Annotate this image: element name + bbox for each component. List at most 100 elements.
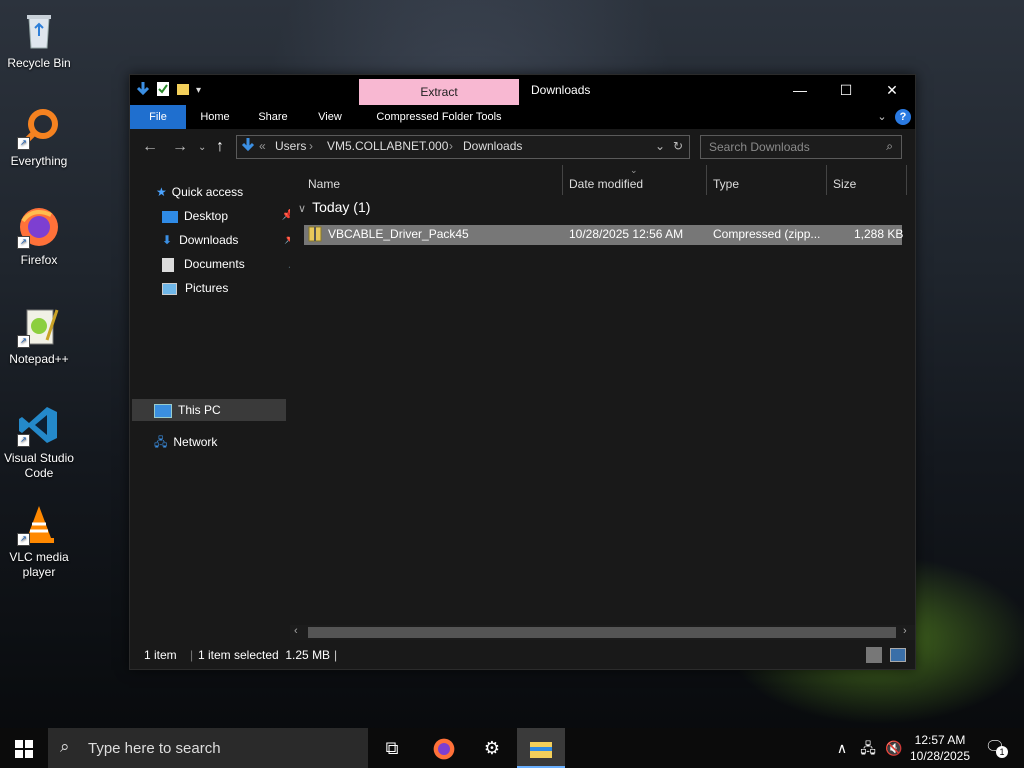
column-separator[interactable] bbox=[562, 165, 563, 195]
task-view-icon[interactable]: ⧉ bbox=[368, 728, 416, 768]
everything-icon: ↗ bbox=[17, 106, 61, 150]
download-arrow-icon[interactable] bbox=[136, 81, 150, 100]
taskbar-search-box[interactable]: ⌕ Type here to search bbox=[48, 728, 368, 768]
properties-icon[interactable] bbox=[156, 81, 170, 100]
column-header-date-modified[interactable]: Date modified bbox=[569, 177, 643, 191]
shortcut-arrow-icon: ↗ bbox=[17, 533, 30, 546]
horizontal-scrollbar[interactable]: ‹ › bbox=[290, 625, 915, 640]
recent-locations-icon[interactable]: ⌄ bbox=[198, 142, 206, 153]
address-dropdown-icon[interactable]: ⌄ bbox=[655, 139, 665, 153]
desktop-icon-label: Notepad++ bbox=[9, 352, 69, 366]
help-icon[interactable]: ? bbox=[895, 109, 911, 125]
desktop-icon-vscode[interactable]: ↗ Visual Studio Code bbox=[0, 403, 78, 481]
status-item-count: 1 item bbox=[144, 648, 177, 662]
shortcut-arrow-icon: ↗ bbox=[17, 137, 30, 150]
nav-this-pc[interactable]: This PC bbox=[154, 399, 221, 421]
tab-share[interactable]: Share bbox=[250, 105, 296, 129]
large-icons-view-button[interactable] bbox=[890, 648, 906, 662]
nav-network[interactable]: 🖧 Network bbox=[154, 431, 217, 453]
search-placeholder: Search Downloads bbox=[709, 140, 810, 154]
scrollbar-thumb[interactable] bbox=[308, 627, 896, 638]
breadcrumb-users[interactable]: Users bbox=[275, 139, 306, 153]
column-separator[interactable] bbox=[706, 165, 707, 195]
breadcrumb-overflow[interactable]: « bbox=[259, 139, 266, 153]
search-box[interactable]: Search Downloads ⌕ bbox=[700, 135, 902, 159]
network-status-icon[interactable]: 🖧 bbox=[856, 728, 880, 768]
refresh-icon[interactable]: ↻ bbox=[673, 139, 683, 153]
nav-item-pictures[interactable]: Pictures 📌 bbox=[162, 277, 302, 299]
tab-home[interactable]: Home bbox=[192, 105, 238, 129]
file-date: 10/28/2025 12:56 AM bbox=[569, 227, 684, 241]
scroll-right-icon[interactable]: › bbox=[903, 625, 907, 637]
volume-muted-icon[interactable]: 🔇 bbox=[882, 728, 906, 768]
tab-view[interactable]: View bbox=[308, 105, 352, 129]
ribbon-expand-icon[interactable]: ⌄ bbox=[874, 105, 890, 129]
tab-file[interactable]: File bbox=[130, 105, 186, 129]
back-button[interactable]: ← bbox=[142, 138, 158, 156]
tab-extract[interactable]: Extract bbox=[359, 79, 519, 106]
settings-gear-icon[interactable]: ⚙ bbox=[468, 728, 516, 768]
windows-logo-icon bbox=[15, 740, 33, 759]
new-folder-icon[interactable] bbox=[176, 81, 190, 100]
maximize-button[interactable]: ☐ bbox=[823, 75, 869, 105]
minimize-button[interactable]: — bbox=[777, 75, 823, 105]
breadcrumb-separator-icon: › bbox=[309, 139, 313, 153]
group-header-today[interactable]: ∨ Today (1) bbox=[298, 199, 370, 215]
tab-compressed-folder-tools[interactable]: Compressed Folder Tools bbox=[359, 105, 519, 129]
column-separator[interactable] bbox=[906, 165, 907, 195]
title-bar: ▾ Extract Downloads — ☐ ✕ bbox=[130, 75, 915, 106]
address-bar[interactable]: « Users › VM5.COLLABNET.000 › Downloads … bbox=[236, 135, 690, 159]
desktop-icon-everything[interactable]: ↗ Everything bbox=[0, 106, 78, 169]
table-row[interactable]: VBCABLE_Driver_Pack45 10/28/2025 12:56 A… bbox=[304, 225, 903, 245]
search-icon: ⌕ bbox=[886, 139, 893, 153]
desktop-icon-label: Everything bbox=[10, 154, 68, 168]
star-icon: ★ bbox=[156, 185, 167, 199]
file-type: Compressed (zipp... bbox=[713, 227, 821, 241]
close-button[interactable]: ✕ bbox=[869, 75, 915, 105]
column-header-name[interactable]: Name bbox=[308, 177, 340, 191]
start-button[interactable] bbox=[0, 728, 48, 768]
action-center-icon[interactable]: 🗨 1 bbox=[978, 728, 1012, 768]
status-bar: 1 item | 1 item selected 1.25 MB | bbox=[130, 643, 915, 667]
details-view-button[interactable] bbox=[866, 647, 882, 663]
status-selection: 1 item selected 1.25 MB bbox=[198, 648, 331, 662]
column-separator[interactable] bbox=[826, 165, 827, 195]
sort-indicator-icon: ⌄ bbox=[630, 165, 638, 175]
status-divider: | bbox=[334, 648, 338, 662]
desktop-icon-label: Firefox bbox=[20, 253, 58, 267]
notepad-plus-plus-icon: ↗ bbox=[17, 304, 61, 348]
file-list: Name Date modified ⌄ Type Size ∨ Today (1… bbox=[290, 165, 915, 640]
desktop-icon-label: Visual Studio Code bbox=[4, 451, 74, 480]
vscode-icon: ↗ bbox=[17, 403, 61, 447]
system-clock[interactable]: 12:57 AM 10/28/2025 bbox=[908, 732, 972, 764]
nav-item-documents[interactable]: Documents 📌 bbox=[162, 253, 301, 275]
desktop-icon-vlc[interactable]: ↗ VLC media player bbox=[0, 502, 78, 580]
pictures-folder-icon bbox=[162, 282, 177, 295]
forward-button[interactable]: → bbox=[172, 138, 188, 156]
desktop-icon-recycle-bin[interactable]: Recycle Bin bbox=[0, 8, 78, 71]
file-name: VBCABLE_Driver_Pack45 bbox=[328, 227, 469, 241]
nav-item-downloads[interactable]: ⬇Downloads 📌 bbox=[162, 229, 296, 251]
file-explorer-window: ▾ Extract Downloads — ☐ ✕ File Home Shar… bbox=[129, 74, 916, 670]
show-hidden-icons-chevron-icon[interactable]: ∧ bbox=[832, 728, 852, 768]
recycle-bin-icon bbox=[17, 8, 61, 52]
downloads-location-icon bbox=[241, 137, 255, 156]
taskbar-firefox-icon[interactable] bbox=[420, 728, 468, 768]
desktop-icon-notepadpp[interactable]: ↗ Notepad++ bbox=[0, 304, 78, 367]
column-header-size[interactable]: Size bbox=[833, 177, 856, 191]
breadcrumb-user-folder[interactable]: VM5.COLLABNET.000 bbox=[327, 139, 448, 153]
zip-folder-icon bbox=[308, 226, 322, 245]
taskbar-file-explorer-icon[interactable] bbox=[517, 728, 565, 768]
desktop-icon-firefox[interactable]: ↗ Firefox bbox=[0, 205, 78, 268]
documents-folder-icon bbox=[162, 257, 174, 272]
desktop-folder-icon bbox=[162, 210, 178, 223]
network-icon: 🖧 bbox=[154, 435, 168, 449]
up-button[interactable]: ↑ bbox=[216, 138, 224, 156]
breadcrumb-downloads[interactable]: Downloads bbox=[463, 139, 522, 153]
nav-item-desktop[interactable]: Desktop 📌 bbox=[162, 205, 294, 227]
nav-quick-access[interactable]: ★ Quick access bbox=[156, 181, 243, 203]
column-header-type[interactable]: Type bbox=[713, 177, 739, 191]
firefox-icon: ↗ bbox=[17, 205, 61, 249]
scroll-left-icon[interactable]: ‹ bbox=[294, 625, 298, 637]
customize-toolbar-icon[interactable]: ▾ bbox=[196, 85, 201, 96]
